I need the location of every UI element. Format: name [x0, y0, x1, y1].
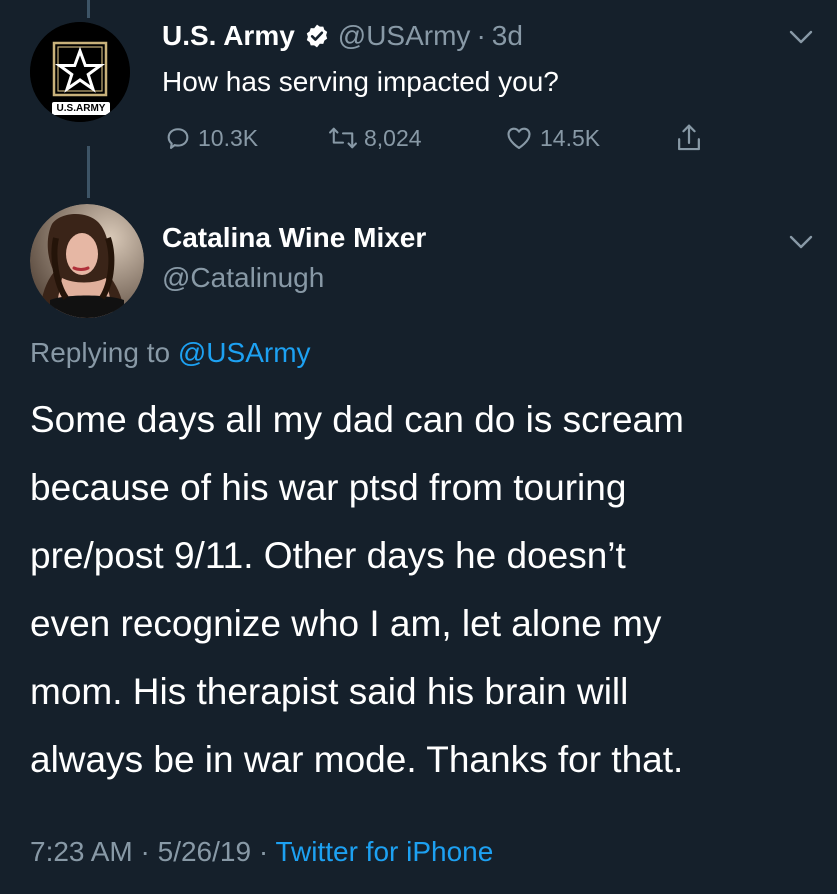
tweet-header: U.S. Army @USArmy · 3d	[162, 20, 523, 52]
chevron-down-icon[interactable]	[788, 28, 814, 46]
reply-date[interactable]: 5/26/19	[158, 836, 251, 867]
header-separator: ·	[476, 20, 486, 51]
replying-to: Replying to @USArmy	[30, 337, 311, 369]
reply-count: 10.3K	[198, 124, 259, 151]
like-button[interactable]: 14.5K	[504, 120, 600, 156]
reply-text-line: mom. His therapist said his brain will	[30, 671, 629, 712]
verified-badge-icon	[306, 24, 327, 48]
army-badge-text: U.S.ARMY	[56, 103, 106, 114]
retweet-icon	[329, 127, 357, 149]
tweet-age[interactable]: 3d	[492, 20, 523, 52]
thread-line-top	[87, 0, 90, 18]
reply-icon	[167, 128, 189, 149]
share-button[interactable]	[674, 120, 710, 156]
like-count: 14.5K	[540, 124, 601, 151]
army-badge: U.S.ARMY	[52, 102, 110, 115]
reply-meta: 7:23 AM · 5/26/19 · Twitter for iPhone	[30, 836, 493, 868]
reply-chevron-down-icon[interactable]	[788, 233, 814, 251]
thread-line-bottom	[87, 146, 90, 198]
reply-text-line: always be in war mode. Thanks for that.	[30, 739, 684, 780]
meta-dot: ·	[140, 836, 150, 867]
reply-author-name[interactable]: Catalina Wine Mixer	[162, 222, 426, 254]
reply-author-handle[interactable]: @Catalinugh	[162, 262, 324, 294]
author-name[interactable]: U.S. Army	[162, 20, 295, 52]
reply-text-line: because of his war ptsd from touring	[30, 467, 627, 508]
reply-source[interactable]: Twitter for iPhone	[275, 836, 493, 867]
retweet-count: 8,024	[364, 124, 422, 151]
author-handle[interactable]: @USArmy	[338, 20, 471, 52]
replying-to-label: Replying to	[30, 337, 171, 368]
catalina-avatar[interactable]	[30, 204, 144, 318]
replying-to-link[interactable]: @USArmy	[178, 337, 311, 368]
usarmy-avatar[interactable]: U.S.ARMY	[30, 22, 130, 122]
reply-button[interactable]: 10.3K	[164, 120, 258, 156]
reply-text-line: pre/post 9/11. Other days he doesn’t	[30, 535, 626, 576]
reply-time[interactable]: 7:23 AM	[30, 836, 133, 867]
reply-text: Some days all my dad can do is scream be…	[30, 386, 684, 794]
heart-icon	[507, 127, 531, 149]
reply-text-line: even recognize who I am, let alone my	[30, 603, 662, 644]
tweet-text: How has serving impacted you?	[162, 66, 559, 97]
retweet-button[interactable]: 8,024	[328, 120, 422, 156]
profile-photo-icon	[30, 204, 144, 318]
share-icon	[678, 124, 700, 151]
meta-dot: ·	[258, 836, 269, 867]
reply-text-line: Some days all my dad can do is scream	[30, 399, 684, 440]
